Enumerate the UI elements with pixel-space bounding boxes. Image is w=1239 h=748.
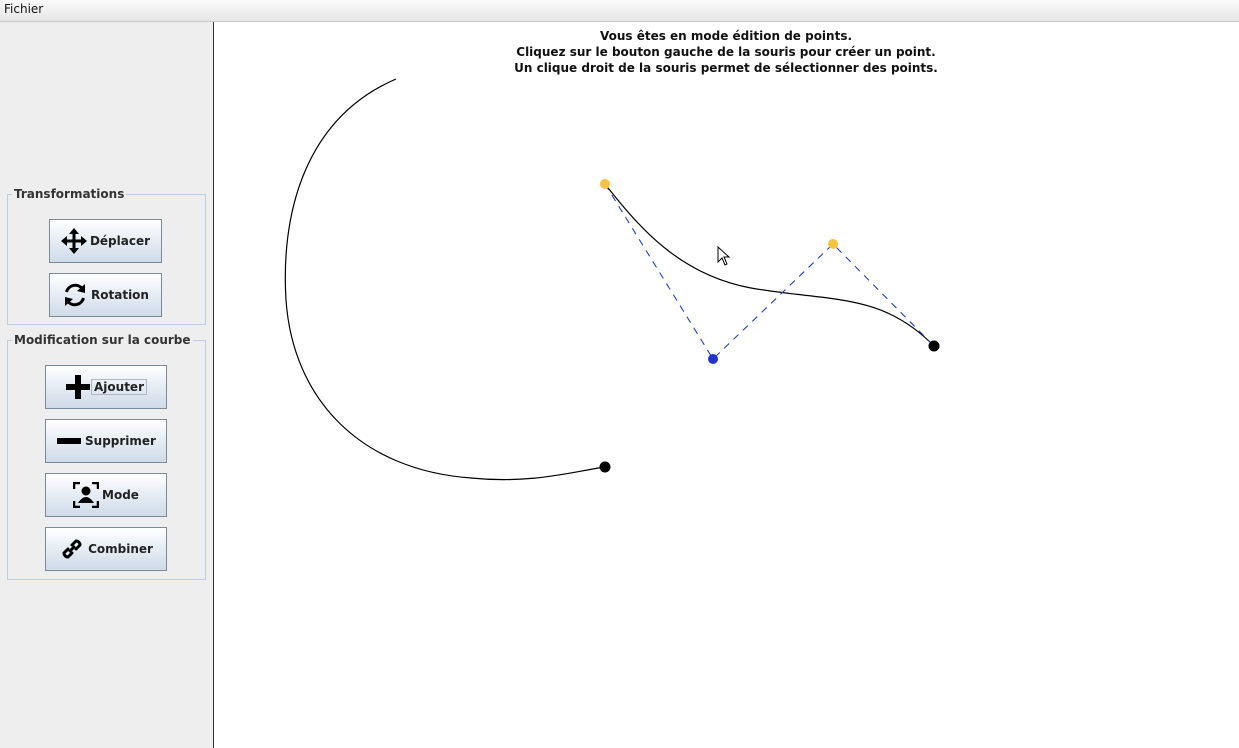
minus-icon (56, 428, 82, 454)
control-polygon (604, 183, 935, 360)
plus-icon (65, 374, 91, 400)
ajouter-button[interactable]: Ajouter (45, 365, 167, 409)
rotate-icon (62, 282, 88, 308)
anchor-point[interactable] (928, 340, 940, 352)
mode-button[interactable]: Mode (45, 473, 167, 517)
control-point[interactable] (708, 354, 718, 364)
menu-bar: Fichier (0, 0, 1239, 22)
selected-point[interactable] (828, 239, 838, 249)
user-frame-icon (73, 482, 100, 508)
supprimer-label: Supprimer (85, 434, 156, 448)
modification-group: Modification sur la courbe Ajouter Suppr… (7, 333, 206, 580)
mouse-cursor-icon (717, 245, 731, 266)
rotation-label: Rotation (91, 288, 149, 302)
info-line: Vous êtes en mode édition de points. (599, 29, 853, 43)
mode-info-text: Vous êtes en mode édition de points. Cli… (213, 28, 1239, 76)
info-line: Cliquez sur le bouton gauche de la souri… (516, 45, 936, 59)
menu-fichier[interactable]: Fichier (4, 2, 43, 16)
move-arrows-icon (60, 228, 87, 254)
combiner-button[interactable]: Combiner (45, 527, 167, 571)
curve-canvas-svg[interactable] (214, 22, 1239, 748)
link-icon (59, 536, 85, 562)
combiner-label: Combiner (88, 542, 153, 556)
anchor-point[interactable] (599, 461, 611, 473)
bezier-curve-large[interactable] (284, 78, 606, 481)
deplacer-button[interactable]: Déplacer (49, 219, 162, 263)
supprimer-button[interactable]: Supprimer (45, 419, 167, 463)
modification-title: Modification sur la courbe (12, 333, 193, 347)
transformations-group: Transformations Déplacer Rotation (7, 187, 206, 325)
transformations-title: Transformations (12, 187, 127, 201)
drawing-canvas[interactable] (213, 22, 1239, 748)
deplacer-label: Déplacer (89, 234, 151, 248)
selected-point[interactable] (600, 179, 610, 189)
ajouter-label: Ajouter (91, 379, 147, 395)
mode-label: Mode (102, 488, 139, 502)
rotation-button[interactable]: Rotation (49, 273, 162, 317)
info-line: Un clique droit de la souris permet de s… (514, 61, 938, 75)
sidebar: Transformations Déplacer Rotation Modifi… (0, 22, 212, 748)
